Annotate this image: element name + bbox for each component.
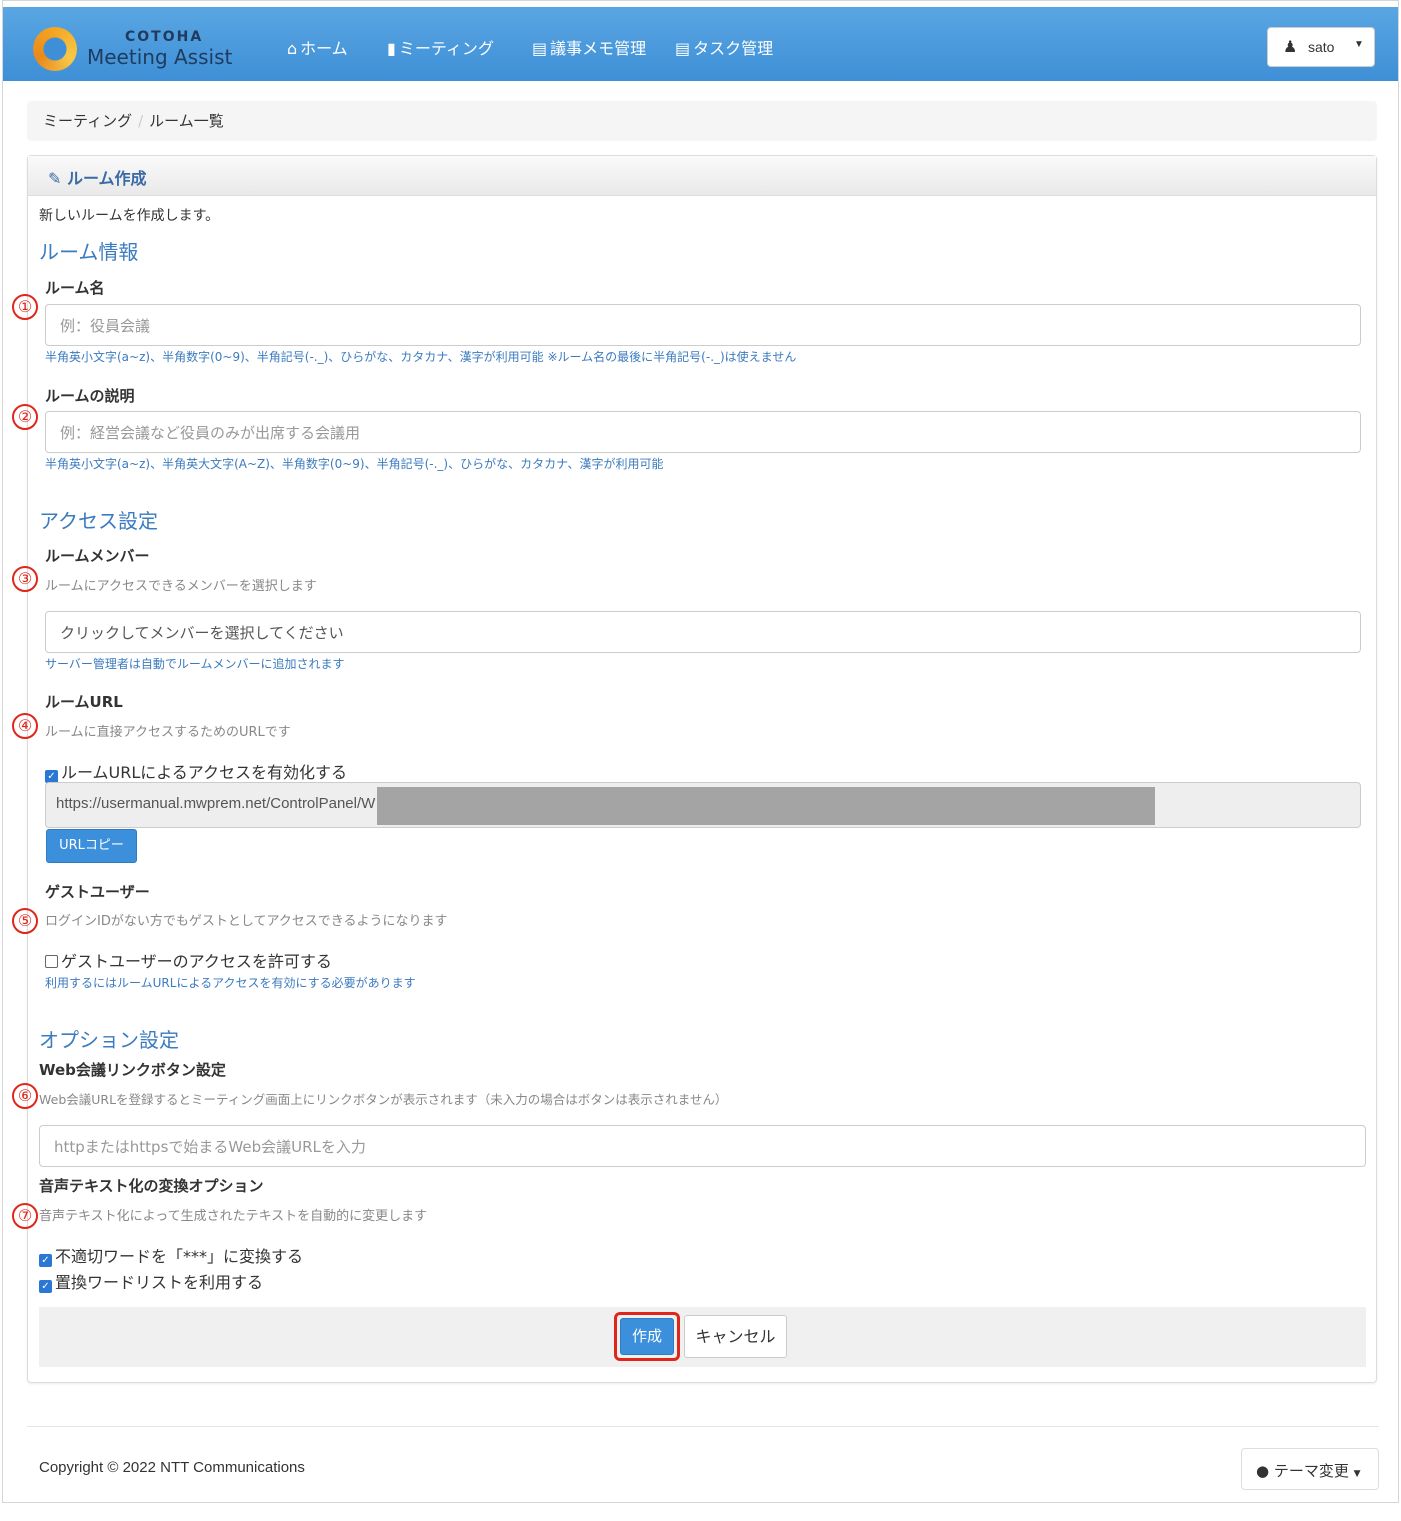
room-url-label: ルームURL [45,693,123,711]
marker-5: ⑤ [12,908,38,934]
marker-3: ③ [12,566,38,592]
panel-title: ルーム作成 [66,169,147,188]
checkbox-unchecked-icon [45,955,58,968]
panel-description: 新しいルームを作成します。 [39,208,220,224]
user-name: sato [1308,39,1335,55]
room-url-enable-checkbox[interactable]: ✓ ルームURLによるアクセスを有効化する [45,759,347,783]
logo-brand-main: Meeting Assist [87,45,233,69]
url-copy-button[interactable]: URLコピー [46,829,137,863]
guest-user-sub: ログインIDがない方でもゲストとしてアクセスできるようになります [45,914,448,929]
edit-icon: ✎ [48,169,62,188]
marker-7: ⑦ [12,1203,38,1229]
room-name-label: ルーム名 [45,279,105,297]
room-url-sub: ルームに直接アクセスするためのURLです [45,725,291,740]
redacted-area [377,787,1155,825]
speech-option-label: 音声テキスト化の変換オプション [39,1177,264,1195]
checkbox-checked-icon: ✓ [39,1254,52,1267]
option-inappropriate-word-checkbox[interactable]: ✓ 不適切ワードを「***」に変換する [39,1243,303,1267]
chevron-down-icon: ▼ [1353,1469,1361,1479]
web-link-sub: Web会議URLを登録するとミーティング画面上にリンクボタンが表示されます（未入… [39,1092,728,1107]
nav-tasks[interactable]: ▤ タスク管理 [675,35,773,59]
panel-heading: ✎ ルーム作成 [28,156,1376,196]
app-window: COTOHA Meeting Assist ⌂ ホーム ▮ ミーティング ▤ 議事メモ… [2,0,1399,1503]
marker-4: ④ [12,713,38,739]
room-name-help: 半角英小文字(a~z)、半角数字(0~9)、半角記号(-._)、ひらがな、カタカ… [45,350,797,364]
create-button[interactable]: 作成 [620,1318,674,1355]
nav-meeting[interactable]: ▮ ミーティング [387,35,494,59]
checkbox-checked-icon: ✓ [39,1280,52,1293]
chevron-down-icon: ▼ [1354,39,1364,50]
room-members-help: サーバー管理者は自動でルームメンバーに追加されます [45,657,345,671]
room-members-select[interactable]: クリックしてメンバーを選択してください [45,611,1361,653]
room-members-sub: ルームにアクセスできるメンバーを選択します [45,579,317,594]
section-room-info: ルーム情報 [39,240,139,264]
user-menu-button[interactable]: ♟ sato ▼ [1267,27,1375,67]
web-meeting-url-input[interactable]: httpまたはhttpsで始まるWeb会議URLを入力 [39,1125,1366,1167]
nav-home[interactable]: ⌂ ホーム [287,35,348,59]
breadcrumb: ミーティング / ルーム一覧 [27,101,1377,141]
breadcrumb-separator: / [138,112,144,130]
cancel-button[interactable]: キャンセル [684,1315,787,1358]
section-access: アクセス設定 [39,509,158,533]
logo-icon [33,27,77,71]
room-members-label: ルームメンバー [45,547,150,565]
nav-minutes[interactable]: ▤ 議事メモ管理 [532,35,646,59]
speech-option-sub: 音声テキスト化によって生成されたテキストを自動的に変更します [39,1209,428,1224]
section-options: オプション設定 [39,1028,179,1052]
top-navbar: COTOHA Meeting Assist ⌂ ホーム ▮ ミーティング ▤ 議事メモ… [3,7,1398,81]
footer-divider [27,1426,1379,1427]
user-icon: ♟ [1283,39,1298,56]
logo-brand-top: COTOHA [125,29,204,45]
droplet-icon: ● [1256,1462,1270,1480]
guest-user-label: ゲストユーザー [45,883,150,901]
marker-2: ② [12,404,38,430]
tasks-icon: ▤ [675,39,691,58]
marker-6: ⑥ [12,1083,38,1109]
notes-icon: ▤ [532,39,548,58]
option-replace-list-checkbox[interactable]: ✓ 置換ワードリストを利用する [39,1269,263,1293]
room-desc-help: 半角英小文字(a~z)、半角英大文字(A~Z)、半角数字(0~9)、半角記号(-… [45,457,664,471]
home-icon: ⌂ [287,39,298,58]
marker-1: ① [12,294,38,320]
breadcrumb-room-list: ルーム一覧 [149,112,224,130]
web-link-label: Web会議リンクボタン設定 [39,1061,226,1079]
room-desc-input[interactable]: 例：経営会議など役員のみが出席する会議用 [45,411,1361,453]
room-name-input[interactable]: 例：役員会議 [45,304,1361,346]
guest-access-help: 利用するにはルームURLによるアクセスを有効にする必要があります [45,976,416,990]
breadcrumb-meeting[interactable]: ミーティング [43,112,132,130]
chat-icon: ▮ [387,39,396,58]
theme-change-button[interactable]: ● テーマ変更 ▼ [1241,1448,1379,1490]
guest-access-checkbox[interactable]: ゲストユーザーのアクセスを許可する [45,948,332,972]
copyright-text: Copyright © 2022 NTT Communications [39,1459,305,1476]
room-desc-label: ルームの説明 [45,387,135,405]
